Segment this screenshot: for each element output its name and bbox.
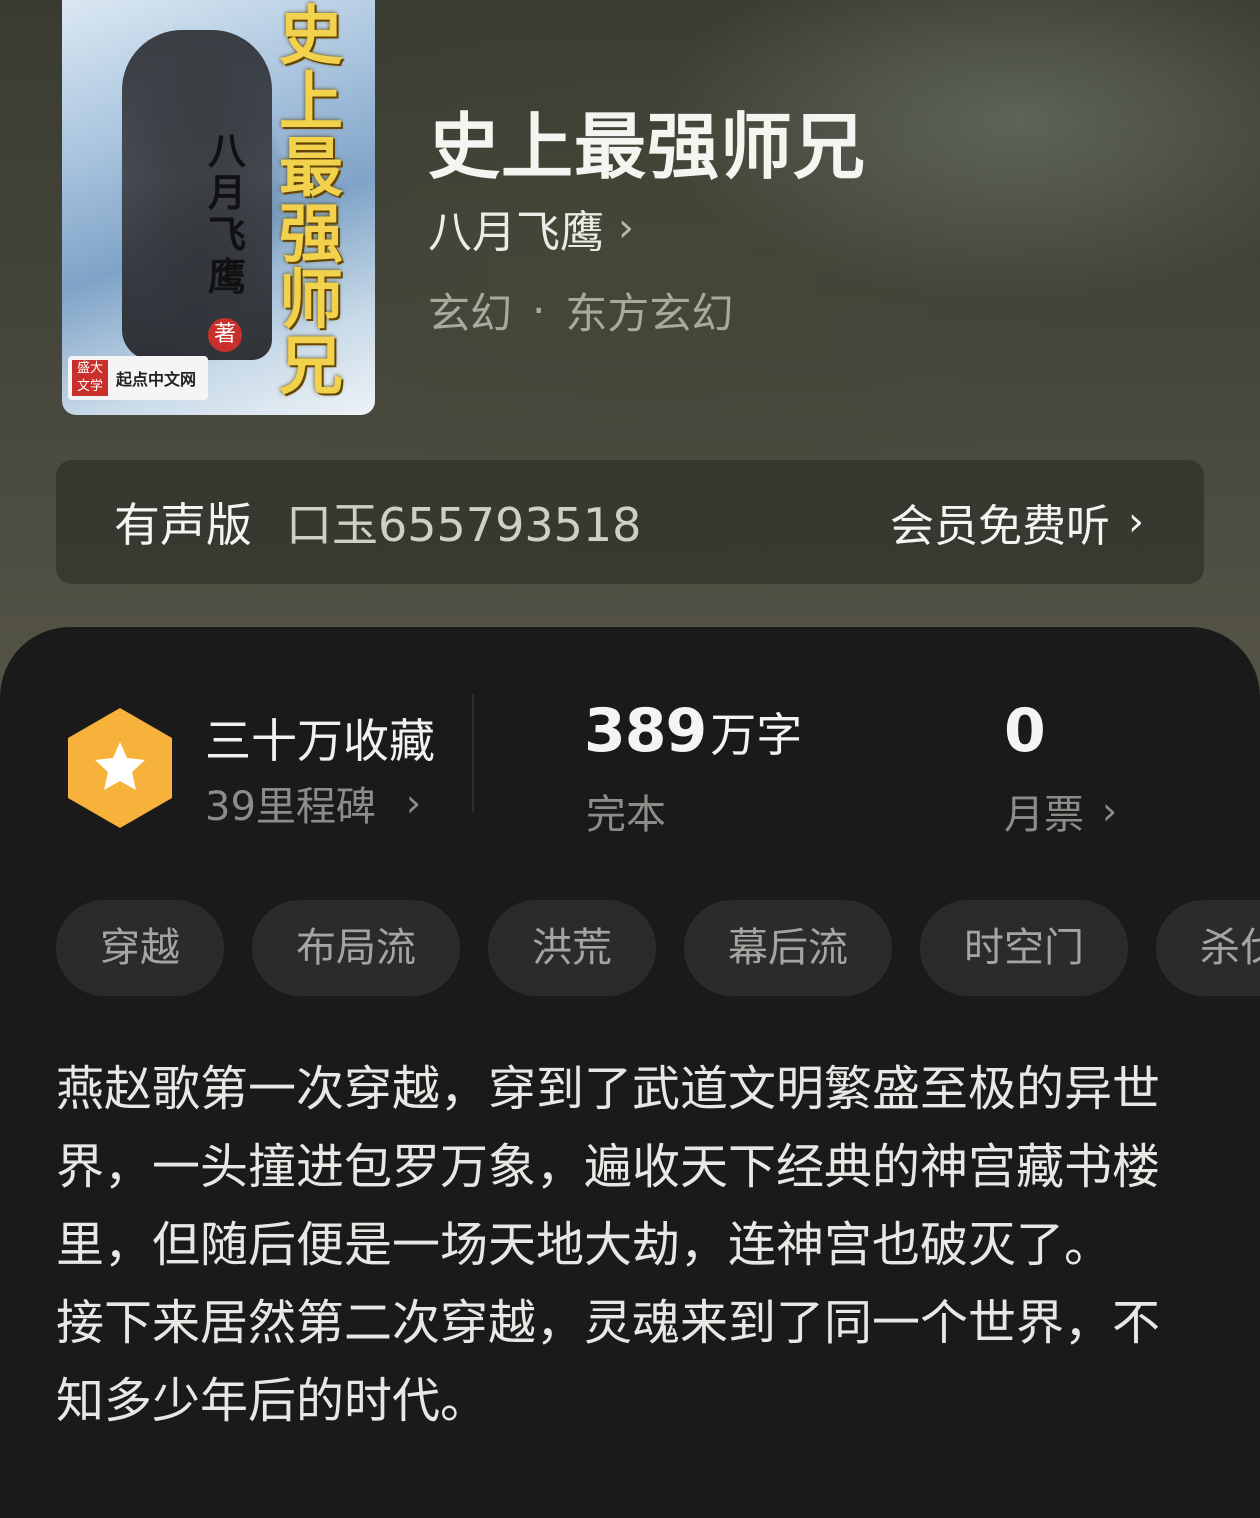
milestone-link[interactable]: 39里程碑 › [205,774,421,832]
tag-list: 穿越布局流洪荒幕后流时空门杀伐 [56,900,1260,998]
cover-title-char: 上 [279,65,343,140]
chevron-right-icon: › [1128,499,1144,545]
completion-status: 完本 [586,792,666,838]
tag-chip[interactable]: 幕后流 [684,900,892,996]
cover-author-char: 飞 [207,212,246,257]
cover-title-char: 最 [279,131,343,206]
chevron-right-icon: › [405,781,422,825]
publisher-name: 起点中文网 [116,370,197,389]
collection-milestone-title[interactable]: 三十万收藏 [205,705,435,771]
word-count-unit: 万字 [710,708,803,762]
cover-title-char: 强 [279,197,343,272]
audiobook-label: 有声版 [114,498,252,552]
author-link[interactable]: 八月飞鹰 › [428,196,634,260]
book-cover[interactable]: 八 月 飞 鹰 史 上 最 强 师 兄 著 盛大文学 起点中文网 [62,0,375,415]
tag-chip[interactable]: 布局流 [252,900,460,996]
monthly-votes-label: 月票 [1004,792,1084,838]
word-count: 389 万字 [584,696,802,766]
synopsis-paragraph: 燕赵歌第一次穿越，穿到了武道文明繁盛至极的异世界，一头撞进包罗万象，遍收天下经典… [56,1061,1161,1273]
word-count-number: 389 [584,696,707,766]
chevron-right-icon: › [618,205,634,251]
cover-publisher: 盛大文学 起点中文网 [68,356,208,400]
tag-chip[interactable]: 洪荒 [488,900,656,996]
tag-chip[interactable]: 杀伐 [1156,900,1260,996]
cover-title: 史 上 最 强 师 兄 [265,4,357,409]
cover-title-char: 史 [279,0,343,74]
genre-secondary: 东方玄幻 [565,289,734,338]
author-name: 八月飞鹰 [428,207,604,258]
chevron-right-icon: › [1102,789,1118,833]
audiobook-narrator: 口玉655793518 [286,498,642,552]
cover-seal: 著 [208,318,242,352]
genre-separator: · [532,286,546,335]
genre-primary: 玄幻 [428,289,513,338]
book-title: 史上最强师兄 [428,104,867,189]
cover-author-char: 八 [207,128,246,173]
monthly-votes-link[interactable]: 月票 › [1004,782,1117,840]
milestone-label: 39里程碑 [205,784,376,830]
cover-author: 八 月 飞 鹰 [202,130,252,298]
synopsis-paragraph: 接下来居然第二次穿越，灵魂来到了同一个世界，不知多少年后的时代。 [56,1295,1161,1429]
stat-divider [472,694,474,812]
genre-line: 玄幻 · 东方玄幻 [428,280,733,341]
tag-chip[interactable]: 时空门 [920,900,1128,996]
member-free-listen-button[interactable]: 会员免费听 › [890,490,1144,554]
monthly-votes-count: 0 [1004,696,1046,766]
member-free-listen-label: 会员免费听 [890,501,1110,552]
cover-title-char: 兄 [279,329,343,404]
publisher-logo: 盛大文学 [72,360,108,396]
tag-chip[interactable]: 穿越 [56,900,224,996]
star-badge-icon[interactable] [64,706,176,830]
audiobook-bar[interactable]: 有声版 口玉655793518 会员免费听 › [56,460,1204,584]
cover-author-char: 月 [207,170,246,215]
cover-title-char: 师 [279,263,343,338]
cover-author-char: 鹰 [207,254,246,299]
synopsis[interactable]: 燕赵歌第一次穿越，穿到了武道文明繁盛至极的异世界，一头撞进包罗万象，遍收天下经典… [56,1050,1186,1440]
